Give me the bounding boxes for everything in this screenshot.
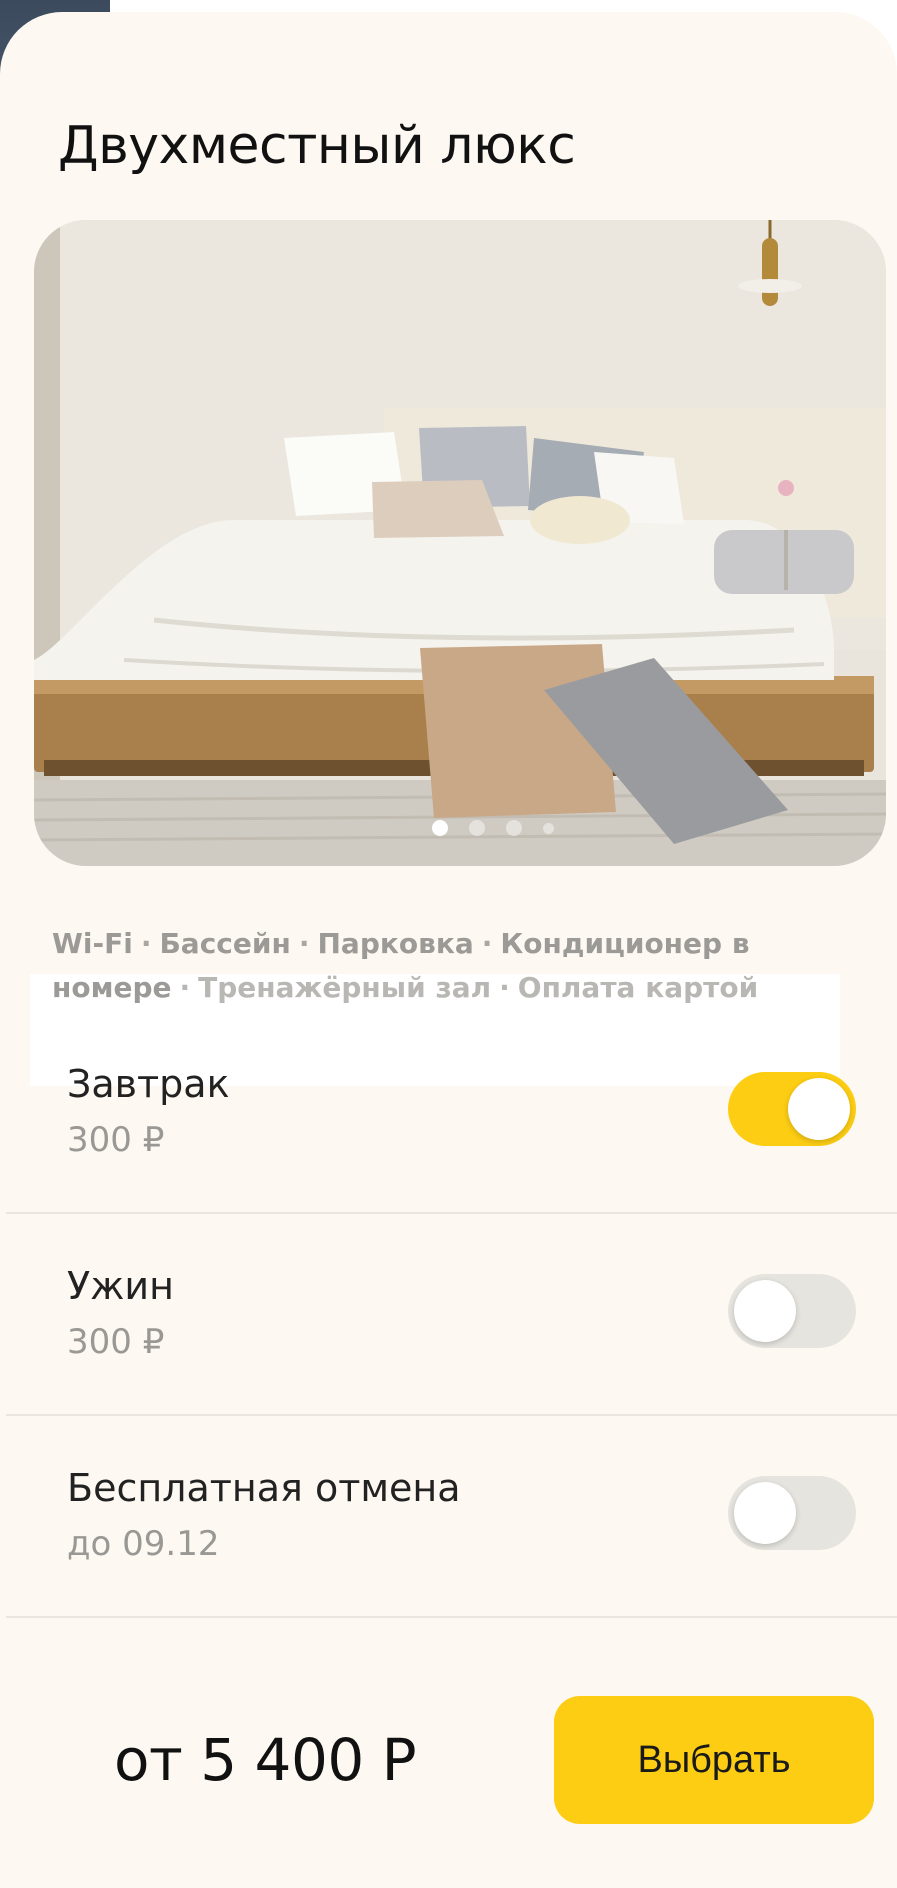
divider <box>6 1616 897 1618</box>
amenity-separator: · <box>179 971 191 1004</box>
option-breakfast[interactable]: Завтрак 300 ₽ <box>0 1012 897 1214</box>
gallery-dot-active[interactable] <box>432 820 448 836</box>
option-price: 300 ₽ <box>67 1120 165 1160</box>
gallery-dot[interactable] <box>506 820 522 836</box>
gallery-dot[interactable] <box>543 822 554 834</box>
option-free-cancellation[interactable]: Бесплатная отмена до 09.12 <box>0 1416 897 1618</box>
toggle-knob <box>734 1280 796 1342</box>
option-price: 300 ₽ <box>67 1322 165 1362</box>
toggle-knob <box>734 1482 796 1544</box>
amenity-item: Тренажёрный зал <box>198 971 492 1004</box>
amenity-separator: · <box>499 971 510 1004</box>
option-dinner[interactable]: Ужин 300 ₽ <box>0 1214 897 1416</box>
breakfast-toggle[interactable] <box>728 1072 856 1146</box>
amenity-separator: · <box>481 927 493 960</box>
option-name: Завтрак <box>67 1062 230 1106</box>
room-card: Двухместный люкс Wi-Fi · Бассейн · Парко… <box>0 12 897 1888</box>
amenity-item: Оплата картой <box>517 971 759 1004</box>
amenities-list: Wi-Fi · Бассейн · Парковка · Кондиционер в ном… <box>52 922 842 1010</box>
amenity-item: Бассейн <box>159 927 291 960</box>
gallery-dot[interactable] <box>469 820 485 836</box>
option-name: Бесплатная отмена <box>67 1466 461 1510</box>
amenity-item: Парковка <box>317 927 474 960</box>
price-from: от 5 400 Р <box>114 1726 417 1794</box>
amenity-item: Wi-Fi <box>52 927 133 960</box>
amenity-separator: · <box>298 927 310 960</box>
room-photo <box>34 220 886 866</box>
gallery-pagination[interactable] <box>432 820 554 836</box>
room-title: Двухместный люкс <box>58 116 576 176</box>
dinner-toggle[interactable] <box>728 1274 856 1348</box>
amenity-separator: · <box>140 927 152 960</box>
free-cancellation-toggle[interactable] <box>728 1476 856 1550</box>
select-button[interactable]: Выбрать <box>554 1696 874 1824</box>
room-photo-gallery[interactable] <box>34 220 886 866</box>
toggle-knob <box>788 1078 850 1140</box>
option-name: Ужин <box>67 1264 174 1308</box>
option-deadline: до 09.12 <box>67 1524 220 1564</box>
